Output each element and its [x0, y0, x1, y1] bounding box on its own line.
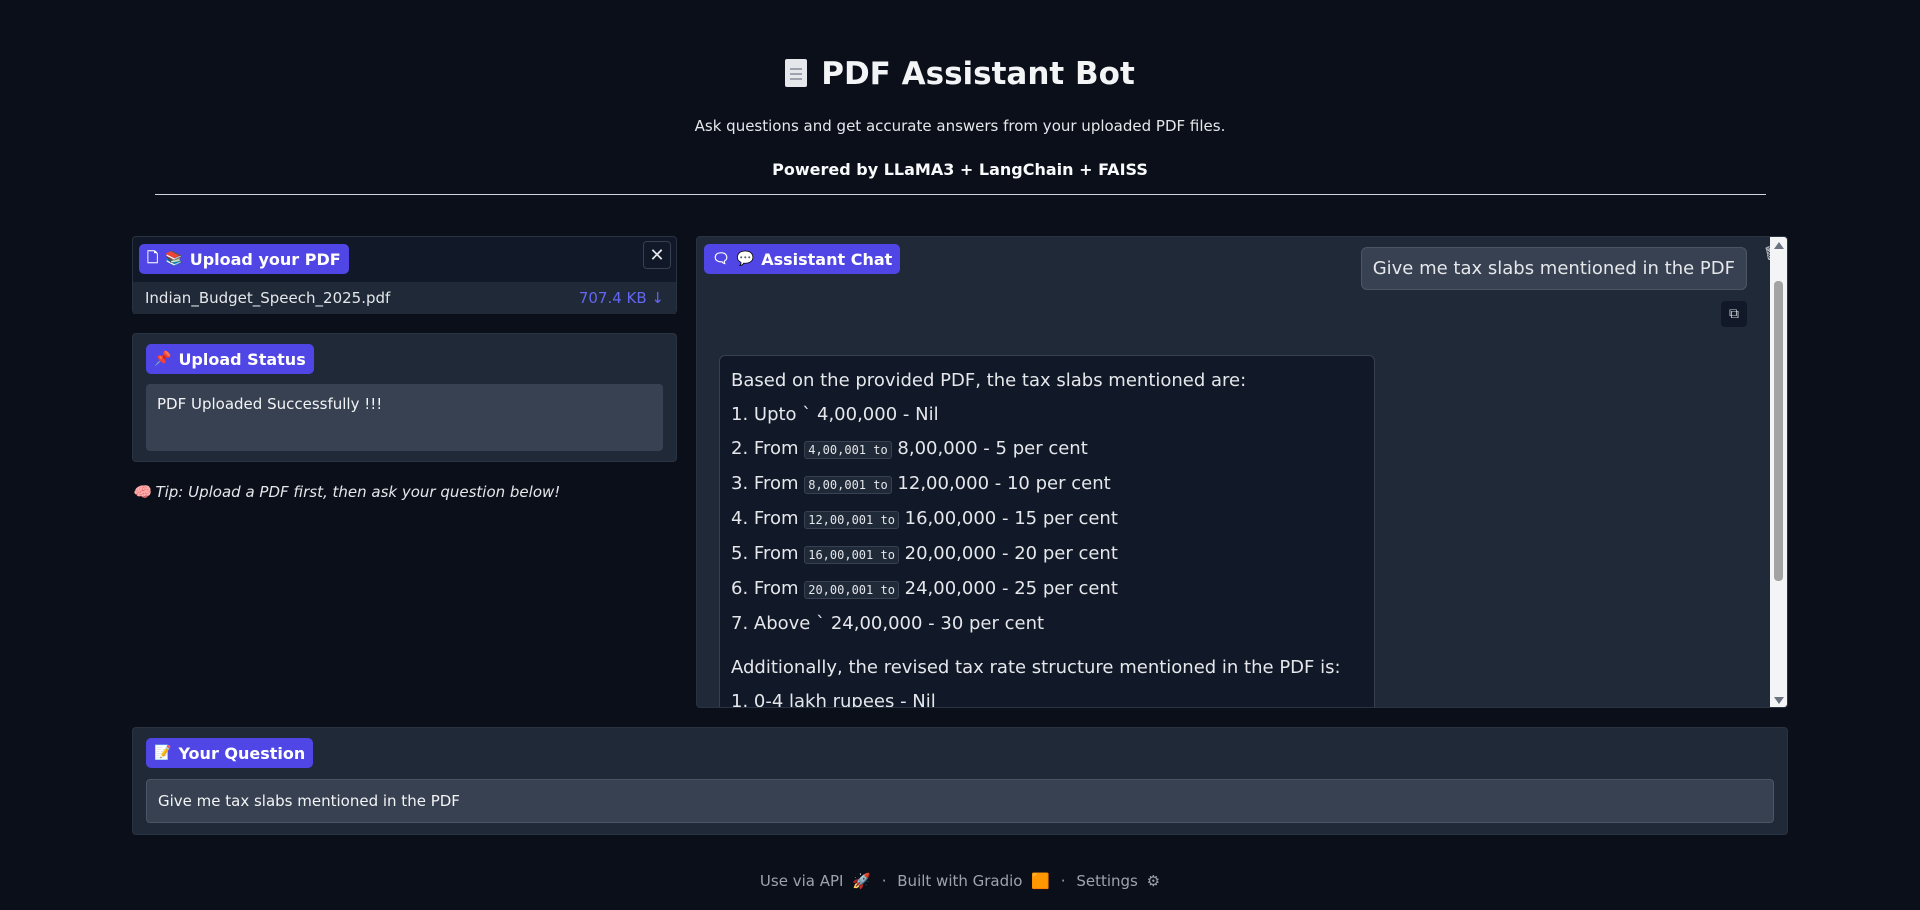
question-label: 📝 Your Question	[146, 738, 314, 768]
bot-line-3: 3. From 8,00,001 to 12,00,000 - 10 per c…	[731, 473, 1111, 494]
bot-line-1: 1. Upto ` 4,00,000 - Nil	[731, 404, 939, 425]
powered-by: Powered by LLaMA3 + LangChain + FAISS	[772, 160, 1148, 179]
settings-link[interactable]: Settings ⚙	[1074, 872, 1162, 890]
question-panel: 📝 Your Question	[132, 727, 1788, 835]
footer: Use via API 🚀 · Built with Gradio 🟧 · Se…	[758, 872, 1162, 890]
speech-bubble-icon: 💬	[736, 251, 755, 267]
upload-label: 🗋 📚 Upload your PDF	[139, 244, 349, 274]
bot-line-6: 6. From 20,00,001 to 24,00,000 - 25 per …	[731, 578, 1118, 599]
pdf-upload-panel[interactable]: 🗋 📚 Upload your PDF ✕ Indian_Budget_Spee…	[132, 236, 677, 314]
bot-line-7: 7. Above ` 24,00,000 - 30 per cent	[731, 613, 1045, 634]
upload-status-textbox[interactable]: PDF Uploaded Successfully !!!	[146, 384, 663, 451]
bot-message: Based on the provided PDF, the tax slabs…	[719, 355, 1375, 708]
chat-label: 🗨 💬 Assistant Chat	[704, 244, 901, 274]
gear-icon: ⚙	[1146, 872, 1161, 890]
scrollbar-thumb[interactable]	[1774, 281, 1783, 581]
user-message: Give me tax slabs mentioned in the PDF	[1360, 247, 1747, 290]
document-icon	[785, 59, 808, 87]
scroll-down-icon[interactable]	[1774, 697, 1784, 704]
file-download-link[interactable]: 707.4 KB ↓	[579, 289, 664, 307]
bot-intro: Based on the provided PDF, the tax slabs…	[731, 370, 1247, 391]
uploaded-file-row[interactable]: Indian_Budget_Speech_2025.pdf 707.4 KB ↓	[133, 282, 676, 314]
chat-scrollbar[interactable]	[1770, 237, 1787, 707]
file-icon: 🗋	[147, 250, 159, 266]
memo-icon: 📝	[154, 745, 172, 761]
bot-additional-1: 1. 0-4 lakh rupees - Nil	[731, 691, 936, 708]
bot-additional: Additionally, the revised tax rate struc…	[731, 657, 1341, 678]
rocket-icon: 🚀	[852, 872, 871, 890]
bot-line-4: 4. From 12,00,001 to 16,00,000 - 15 per …	[731, 508, 1118, 529]
clear-file-button[interactable]: ✕	[643, 241, 671, 269]
chat-icon: 🗨	[712, 251, 730, 267]
gradio-logo-icon: 🟧	[1031, 872, 1050, 890]
scroll-up-icon[interactable]	[1774, 242, 1784, 249]
question-input[interactable]	[146, 779, 1774, 823]
assistant-chat-panel[interactable]: 🗨 💬 Assistant Chat Give me tax slabs men…	[696, 236, 1788, 708]
use-via-api-link[interactable]: Use via API 🚀	[758, 872, 873, 890]
upload-status-panel: 📌 Upload Status PDF Uploaded Successfull…	[132, 333, 677, 462]
file-name: Indian_Budget_Speech_2025.pdf	[145, 289, 391, 307]
divider	[155, 194, 1766, 195]
built-with-gradio-link[interactable]: Built with Gradio 🟧	[895, 872, 1052, 890]
copy-icon[interactable]: ⧉	[1721, 301, 1747, 327]
books-icon: 📚	[165, 251, 183, 267]
tip-text: 🧠 Tip: Upload a PDF first, then ask your…	[132, 483, 561, 501]
page-title: PDF Assistant Bot	[0, 56, 1920, 92]
bot-line-2: 2. From 4,00,001 to 8,00,000 - 5 per cen…	[731, 438, 1088, 459]
bot-line-5: 5. From 16,00,001 to 20,00,000 - 20 per …	[731, 543, 1118, 564]
upload-status-label: 📌 Upload Status	[146, 344, 314, 374]
page-subtitle: Ask questions and get accurate answers f…	[694, 117, 1226, 135]
pushpin-icon: 📌	[154, 351, 172, 367]
